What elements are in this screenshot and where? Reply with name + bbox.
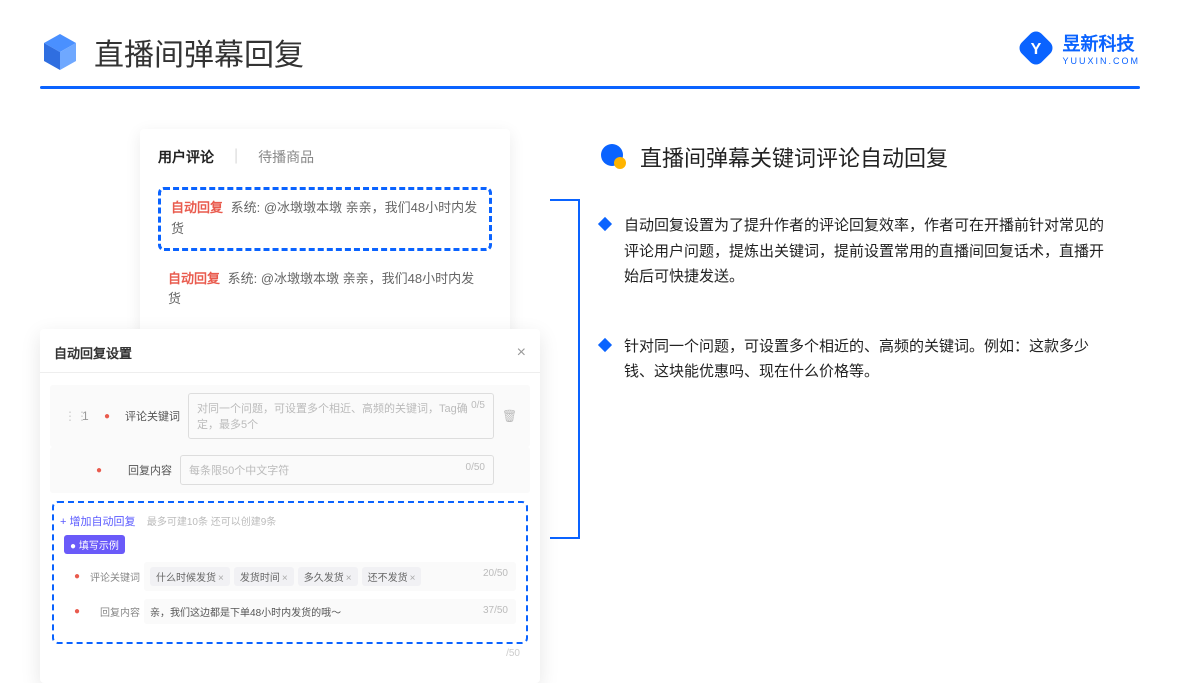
tabs: 用户评论 | 待播商品 bbox=[158, 147, 492, 177]
page-header: 直播间弹幕回复 Y 昱新科技 YUUXIN.COM bbox=[0, 0, 1180, 86]
brand-logo-icon: Y bbox=[1018, 30, 1054, 66]
bullet-item: 针对同一个问题，可设置多个相近的、高频的关键词。例如：这款多少钱、这块能优惠吗、… bbox=[600, 334, 1110, 385]
bullet-item: 自动回复设置为了提升作者的评论回复效率，作者可在开播前针对常见的评论用户问题，提… bbox=[600, 213, 1110, 290]
keyword-counter: 0/5 bbox=[471, 400, 485, 411]
add-hint: 最多可建10条 还可以创建9条 bbox=[147, 517, 276, 528]
content-placeholder: 每条限50个中文字符 bbox=[189, 465, 289, 477]
example-keyword-label: 评论关键词 bbox=[84, 569, 140, 584]
drag-handle-icon[interactable]: ⋮⋮ bbox=[64, 409, 74, 423]
auto-reply-settings-card: 自动回复设置 × ⋮⋮ 1 ● 评论关键词 对同一个问题，可设置多个相近、高频的… bbox=[40, 329, 540, 683]
keyword-input[interactable]: 对同一个问题，可设置多个相近、高频的关键词，Tag确定，最多5个 0/5 bbox=[188, 393, 494, 439]
example-keyword-counter: 20/50 bbox=[483, 568, 508, 579]
keyword-tag[interactable]: 发货时间× bbox=[234, 567, 294, 586]
left-illustration: 用户评论 | 待播商品 自动回复 系统: @冰墩墩本墩 亲亲，我们48小时内发货… bbox=[40, 129, 550, 429]
required-dot-icon: ● bbox=[74, 571, 80, 582]
bullet-text: 自动回复设置为了提升作者的评论回复效率，作者可在开播前针对常见的评论用户问题，提… bbox=[624, 213, 1110, 290]
keyword-tag[interactable]: 还不发货× bbox=[362, 567, 422, 586]
example-content-text: 亲，我们这边都是下单48小时内发货的哦～ bbox=[150, 608, 341, 619]
auto-reply-label: 自动回复 bbox=[171, 200, 223, 215]
example-keyword-tags[interactable]: 什么时候发货×发货时间×多久发货×还不发货× 20/50 bbox=[144, 562, 516, 591]
diamond-bullet-icon bbox=[598, 217, 612, 231]
example-content-counter: 37/50 bbox=[483, 605, 508, 616]
bullet-text: 针对同一个问题，可设置多个相近的、高频的关键词。例如：这款多少钱、这块能优惠吗、… bbox=[624, 334, 1110, 385]
outside-counter: /50 bbox=[40, 644, 540, 659]
keyword-tag[interactable]: 多久发货× bbox=[298, 567, 358, 586]
brand-block: Y 昱新科技 YUUXIN.COM bbox=[1018, 30, 1140, 66]
keyword-label: 评论关键词 bbox=[118, 408, 180, 424]
comment-row: 自动回复 系统: @冰墩墩本墩 亲亲，我们48小时内发货 bbox=[158, 261, 492, 319]
connector-line bbox=[550, 199, 580, 539]
add-auto-reply-link[interactable]: + 增加自动回复 bbox=[60, 516, 135, 528]
tab-divider: | bbox=[234, 147, 238, 167]
cube-icon bbox=[40, 32, 80, 72]
right-content: 直播间弹幕关键词评论自动回复 自动回复设置为了提升作者的评论回复效率，作者可在开… bbox=[550, 129, 1110, 429]
page-title: 直播间弹幕回复 bbox=[94, 30, 304, 74]
auto-reply-label: 自动回复 bbox=[168, 271, 220, 286]
tab-pending-products[interactable]: 待播商品 bbox=[258, 147, 314, 167]
svg-text:Y: Y bbox=[1031, 41, 1042, 58]
content-label: 回复内容 bbox=[110, 462, 172, 478]
content-input[interactable]: 每条限50个中文字符 0/50 bbox=[180, 455, 494, 485]
example-content-value[interactable]: 亲，我们这边都是下单48小时内发货的哦～ 37/50 bbox=[144, 599, 516, 624]
keyword-placeholder: 对同一个问题，可设置多个相近、高频的关键词，Tag确定，最多5个 bbox=[197, 403, 468, 431]
section-title: 直播间弹幕关键词评论自动回复 bbox=[640, 141, 948, 173]
content-counter: 0/50 bbox=[466, 462, 485, 473]
settings-title: 自动回复设置 bbox=[54, 343, 132, 362]
tab-user-comments[interactable]: 用户评论 bbox=[158, 147, 214, 167]
example-content-label: 回复内容 bbox=[84, 604, 140, 619]
keyword-tag[interactable]: 什么时候发货× bbox=[150, 567, 230, 586]
brand-name: 昱新科技 bbox=[1062, 30, 1140, 56]
brand-subtitle: YUUXIN.COM bbox=[1062, 56, 1140, 66]
row-index: 1 bbox=[82, 409, 96, 423]
close-icon[interactable]: × bbox=[517, 344, 526, 362]
required-dot-icon: ● bbox=[96, 465, 102, 476]
required-dot-icon: ● bbox=[74, 606, 80, 617]
trash-icon[interactable]: 🗑 bbox=[502, 409, 516, 423]
chat-bubble-icon bbox=[600, 143, 628, 171]
comment-row-highlighted: 自动回复 系统: @冰墩墩本墩 亲亲，我们48小时内发货 bbox=[158, 187, 492, 251]
example-section: + 增加自动回复 最多可建10条 还可以创建9条 ● 填写示例 ● 评论关键词 … bbox=[52, 501, 528, 644]
diamond-bullet-icon bbox=[598, 337, 612, 351]
required-dot-icon: ● bbox=[104, 411, 110, 422]
example-badge: ● 填写示例 bbox=[64, 535, 125, 554]
